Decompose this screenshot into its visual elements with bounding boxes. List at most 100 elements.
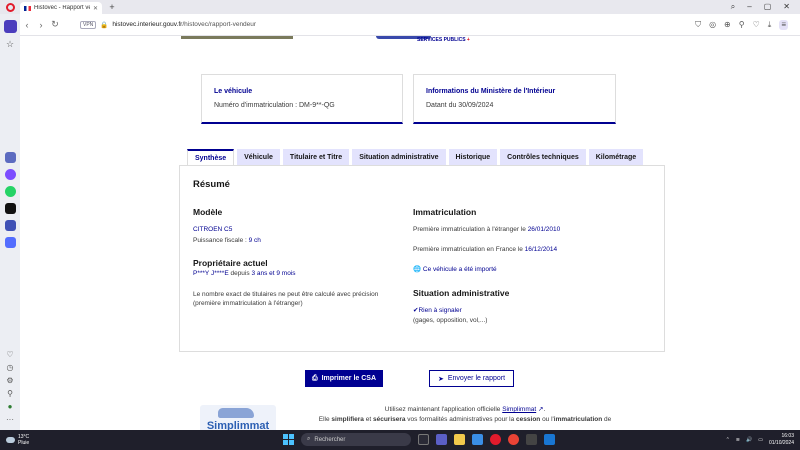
camera-icon[interactable]: ◎ bbox=[709, 20, 716, 30]
aria-icon[interactable] bbox=[4, 152, 16, 163]
send-icon: ➤ bbox=[437, 375, 444, 383]
pin-icon[interactable]: ⚲ bbox=[7, 389, 13, 398]
volume-icon[interactable]: 🔊 bbox=[746, 437, 752, 443]
imported-notice: 🌐 Ce véhicule a été importé bbox=[413, 266, 497, 273]
more-icon[interactable]: ··· bbox=[6, 415, 14, 424]
app-icon-2[interactable] bbox=[4, 237, 16, 248]
tab-historique[interactable]: Historique bbox=[448, 149, 498, 165]
taskbar-search[interactable]: ⌕ Rechercher bbox=[301, 433, 411, 446]
shield-icon[interactable]: ⛉ bbox=[695, 20, 701, 30]
immatriculation-heading: Immatriculation bbox=[413, 207, 477, 217]
printer-icon: ⎙ bbox=[311, 374, 318, 382]
bookmark-icon[interactable]: ♡ bbox=[753, 20, 760, 30]
url-domain: histovec.interieur.gouv.fr bbox=[112, 21, 183, 28]
new-tab-button[interactable]: + bbox=[106, 1, 118, 13]
situation-status: ✔Rien à signaler bbox=[413, 307, 462, 314]
browser-tab-bar: Histovec - Rapport vende ✕ + ⌕ – ▢ ✕ bbox=[0, 0, 800, 14]
sidebar-bottom: ♡ ◷ ⚙ ⚲ ● ··· bbox=[6, 350, 14, 430]
close-window-icon[interactable]: ✕ bbox=[783, 2, 790, 12]
marianne-logo bbox=[181, 36, 293, 39]
windows-start-icon[interactable] bbox=[283, 434, 294, 445]
page-content: SERVICES PUBLICS + Le véhicule Numéro d'… bbox=[20, 36, 800, 430]
first-registration-france: Première immatriculation en France le 16… bbox=[413, 246, 558, 253]
minimize-icon[interactable]: – bbox=[747, 2, 751, 12]
heart-icon[interactable]: ♡ bbox=[6, 350, 13, 359]
window-controls: ⌕ – ▢ ✕ bbox=[731, 2, 800, 12]
reload-icon[interactable]: ↻ bbox=[48, 19, 62, 30]
taskbar-center: ⌕ Rechercher bbox=[283, 433, 555, 446]
titulaires-note: Le nombre exact de titulaires ne peut êt… bbox=[193, 291, 379, 307]
proprietaire-name: P***Y J****E depuis 3 ans et 9 mois bbox=[193, 270, 296, 277]
app-taskbar-icon[interactable] bbox=[526, 434, 537, 445]
vpn-icon[interactable]: ● bbox=[8, 402, 13, 411]
opera-logo-icon[interactable] bbox=[0, 0, 20, 14]
system-tray: ⌃ ≋ 🔊 ▭ 16:03 01/10/2024 bbox=[726, 433, 794, 446]
easy-setup-icon[interactable]: ≡ bbox=[779, 19, 788, 30]
situation-heading: Situation administrative bbox=[413, 288, 510, 298]
settings-icon[interactable]: ⚙ bbox=[6, 376, 13, 385]
modele-heading: Modèle bbox=[193, 207, 223, 217]
send-report-button[interactable]: ➤ Envoyer le rapport bbox=[429, 370, 514, 387]
external-link-icon: ↗ bbox=[537, 406, 544, 413]
search-tabs-icon[interactable]: ⌕ bbox=[731, 2, 735, 12]
url-path: /histovec/rapport-vendeur bbox=[182, 21, 257, 28]
home-icon[interactable] bbox=[3, 20, 17, 33]
situation-detail: (gages, opposition, vol,...) bbox=[413, 317, 488, 324]
vehicle-card: Le véhicule Numéro d'immatriculation : D… bbox=[201, 74, 403, 124]
tab-situation[interactable]: Situation administrative bbox=[352, 149, 446, 165]
zoom-icon[interactable]: ⊕ bbox=[724, 20, 731, 30]
history-icon[interactable]: ◷ bbox=[7, 363, 14, 372]
store-icon[interactable] bbox=[472, 434, 483, 445]
search-icon: ⌕ bbox=[307, 436, 311, 442]
model-name: CITROEN C5 bbox=[193, 226, 233, 233]
skype-icon[interactable] bbox=[544, 434, 555, 445]
tab-synthese[interactable]: Synthèse bbox=[187, 149, 235, 166]
close-tab-icon[interactable]: ✕ bbox=[93, 5, 98, 12]
location-icon[interactable]: ⚲ bbox=[739, 20, 745, 30]
teams-icon[interactable] bbox=[436, 434, 447, 445]
car-icon bbox=[218, 408, 254, 418]
clock[interactable]: 16:03 01/10/2024 bbox=[769, 433, 794, 446]
url-field[interactable]: VPN 🔒 histovec.interieur.gouv.fr/histove… bbox=[80, 20, 257, 29]
lock-icon: 🔒 bbox=[100, 21, 109, 29]
whatsapp-icon[interactable] bbox=[4, 186, 16, 197]
star-icon[interactable]: ☆ bbox=[6, 39, 14, 50]
download-icon[interactable]: ⤓ bbox=[768, 20, 772, 30]
simplimmat-link[interactable]: Simplimmat bbox=[502, 406, 536, 413]
task-view-icon[interactable] bbox=[418, 434, 429, 445]
maximize-icon[interactable]: ▢ bbox=[764, 2, 772, 12]
print-csa-button[interactable]: ⎙ Imprimer le CSA bbox=[305, 370, 383, 387]
opera-taskbar-icon[interactable] bbox=[490, 434, 501, 445]
chrome-icon[interactable] bbox=[508, 434, 519, 445]
card-value: Datant du 30/09/2024 bbox=[426, 102, 494, 109]
tab-titulaire[interactable]: Titulaire et Titre bbox=[282, 149, 350, 165]
file-explorer-icon[interactable] bbox=[454, 434, 465, 445]
cloud-icon bbox=[6, 437, 15, 443]
report-tabs: Synthèse Véhicule Titulaire et Titre Sit… bbox=[187, 149, 644, 166]
synthese-panel: Résumé Modèle CITROEN C5 Puissance fisca… bbox=[179, 165, 665, 352]
tab-controles[interactable]: Contrôles techniques bbox=[500, 149, 586, 165]
globe-icon: 🌐 bbox=[413, 266, 422, 273]
weather-widget[interactable]: 13°C Pluie bbox=[0, 434, 29, 446]
ministry-card: Informations du Ministère de l'Intérieur… bbox=[413, 74, 616, 124]
messenger-icon[interactable] bbox=[4, 169, 16, 180]
browser-tab[interactable]: Histovec - Rapport vende ✕ bbox=[20, 2, 102, 14]
wifi-icon[interactable]: ≋ bbox=[736, 437, 740, 443]
simplimmat-logo[interactable]: Simplimmat bbox=[200, 405, 276, 430]
tiktok-icon[interactable] bbox=[4, 203, 16, 214]
tab-kilometrage[interactable]: Kilométrage bbox=[588, 149, 644, 165]
card-title: Le véhicule bbox=[214, 88, 253, 95]
card-title: Informations du Ministère de l'Intérieur bbox=[426, 88, 556, 95]
tab-vehicule[interactable]: Véhicule bbox=[237, 149, 280, 165]
vpn-badge[interactable]: VPN bbox=[80, 20, 97, 29]
battery-icon[interactable]: ▭ bbox=[758, 437, 763, 443]
first-registration-abroad: Première immatriculation à l'étranger le… bbox=[413, 226, 561, 233]
tab-title: Histovec - Rapport vende bbox=[34, 5, 90, 11]
windows-taskbar: 13°C Pluie ⌕ Rechercher ⌃ ≋ 🔊 ▭ 16:03 01/1… bbox=[0, 430, 800, 450]
chevron-up-icon[interactable]: ⌃ bbox=[726, 437, 730, 443]
puissance-fiscale: Puissance fiscale : 9 ch bbox=[193, 237, 261, 244]
app-icon[interactable] bbox=[4, 220, 16, 231]
forward-icon[interactable]: › bbox=[34, 20, 48, 30]
simplimmat-text: Utilisez maintenant l'application offici… bbox=[318, 406, 612, 423]
back-icon[interactable]: ‹ bbox=[20, 20, 34, 30]
